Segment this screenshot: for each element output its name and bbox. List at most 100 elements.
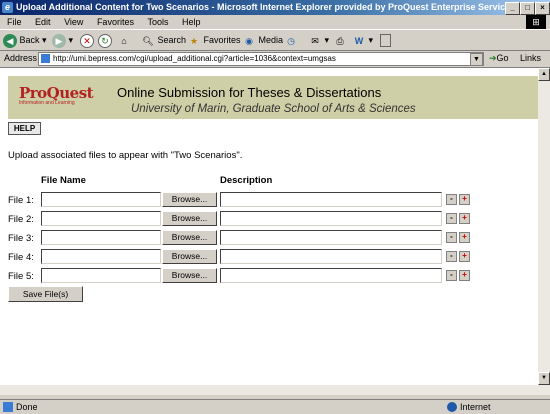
file-row-label: File 4: xyxy=(8,252,34,263)
media-label: Media xyxy=(258,35,284,45)
star-icon: ★ xyxy=(189,35,199,46)
refresh-button[interactable]: ↻ xyxy=(98,33,112,48)
browse-button-4[interactable]: Browse... xyxy=(162,249,217,264)
remove-row-button-1[interactable]: - xyxy=(446,194,457,205)
search-button[interactable]: 🔍︎ Search xyxy=(141,33,186,47)
file-input-4[interactable] xyxy=(41,249,161,264)
print-icon: ⎙ xyxy=(336,35,344,46)
go-arrow-icon: ➔ xyxy=(489,53,497,63)
save-files-button[interactable]: Save File(s) xyxy=(8,286,83,302)
description-input-4[interactable] xyxy=(220,249,442,264)
scroll-down-icon[interactable]: ▼ xyxy=(538,372,550,385)
mail-icon: ✉ xyxy=(311,35,319,46)
chevron-down-icon: ▾ xyxy=(68,35,74,45)
address-bar: Address http://umi.bepress.com/cgi/uploa… xyxy=(0,51,550,68)
home-icon: ⌂ xyxy=(121,35,127,46)
menu-view[interactable]: View xyxy=(64,15,83,29)
go-button[interactable]: ➔Go xyxy=(489,53,509,64)
internet-globe-icon xyxy=(447,402,457,412)
page-subtitle: University of Marin, Graduate School of … xyxy=(131,103,416,115)
browse-button-2[interactable]: Browse... xyxy=(162,211,217,226)
menu-edit[interactable]: Edit xyxy=(35,15,51,29)
address-input[interactable]: http://umi.bepress.com/cgi/upload_additi… xyxy=(38,52,484,66)
minimize-icon[interactable]: _ xyxy=(505,2,520,15)
page-icon xyxy=(41,54,50,63)
description-input-5[interactable] xyxy=(220,268,442,283)
browse-button-5[interactable]: Browse... xyxy=(162,268,217,283)
mail-button[interactable]: ✉ ▾ xyxy=(308,33,329,47)
chevron-down-icon: ▾ xyxy=(368,35,374,45)
vertical-scrollbar[interactable]: ▲ ▼ xyxy=(538,68,550,385)
stop-icon: ✕ xyxy=(80,33,94,48)
file-row-label: File 1: xyxy=(8,195,34,206)
browse-button-1[interactable]: Browse... xyxy=(162,192,217,207)
maximize-icon[interactable]: □ xyxy=(520,2,535,15)
discuss-button[interactable] xyxy=(380,33,391,48)
description-input-3[interactable] xyxy=(220,230,442,245)
menu-favorites[interactable]: Favorites xyxy=(97,15,134,29)
ie-logo-icon: e xyxy=(2,2,13,13)
page-title: Online Submission for Theses & Dissertat… xyxy=(117,85,382,100)
favorites-button[interactable]: ★ Favorites xyxy=(187,33,241,47)
add-row-button-5[interactable]: + xyxy=(459,270,470,281)
back-label: Back xyxy=(19,35,40,45)
menu-help[interactable]: Help xyxy=(182,15,201,29)
help-button[interactable]: HELP xyxy=(8,122,41,135)
menu-bar: File Edit View Favorites Tools Help ⊞ xyxy=(0,15,550,30)
address-dropdown-icon[interactable]: ▼ xyxy=(470,53,483,66)
print-button[interactable]: ⎙ xyxy=(333,33,347,47)
file-input-1[interactable] xyxy=(41,192,161,207)
window-title: Upload Additional Content for Two Scenar… xyxy=(16,2,516,12)
description-input-1[interactable] xyxy=(220,192,442,207)
home-button[interactable]: ⌂ xyxy=(117,33,131,47)
file-row-label: File 5: xyxy=(8,271,34,282)
chevron-down-icon: ▾ xyxy=(42,35,47,45)
security-zone-text: Internet xyxy=(460,402,491,412)
proquest-logo: ProQuest Information and Learning xyxy=(19,84,94,114)
description-input-2[interactable] xyxy=(220,211,442,226)
remove-row-button-4[interactable]: - xyxy=(446,251,457,262)
discuss-icon xyxy=(380,34,391,48)
favorites-label: Favorites xyxy=(203,35,241,45)
edit-button[interactable]: W ▾ xyxy=(352,33,373,47)
browse-button-3[interactable]: Browse... xyxy=(162,230,217,245)
standard-toolbar: ◀ Back ▾ ▶ ▾ ✕ ↻ ⌂ 🔍︎ Search ★ Favorites… xyxy=(0,30,550,51)
media-button[interactable]: ◉ Media xyxy=(242,33,283,47)
remove-row-button-3[interactable]: - xyxy=(446,232,457,243)
file-input-2[interactable] xyxy=(41,211,161,226)
windows-flag-icon: ⊞ xyxy=(526,15,546,29)
stop-button[interactable]: ✕ xyxy=(80,33,94,48)
add-row-button-3[interactable]: + xyxy=(459,232,470,243)
word-edit-icon: W xyxy=(354,35,364,46)
file-row-label: File 3: xyxy=(8,233,34,244)
add-row-button-2[interactable]: + xyxy=(459,213,470,224)
history-button[interactable]: ◷ xyxy=(284,33,298,47)
horizontal-scrollbar xyxy=(0,385,550,395)
search-label: Search xyxy=(157,35,187,45)
remove-row-button-5[interactable]: - xyxy=(446,270,457,281)
intro-text: Upload associated files to appear with "… xyxy=(8,150,243,161)
go-label: Go xyxy=(496,53,509,63)
add-row-button-4[interactable]: + xyxy=(459,251,470,262)
file-input-3[interactable] xyxy=(41,230,161,245)
forward-button[interactable]: ▶ ▾ xyxy=(52,33,74,48)
address-url: http://umi.bepress.com/cgi/upload_additi… xyxy=(53,54,336,63)
add-row-button-1[interactable]: + xyxy=(459,194,470,205)
forward-arrow-icon: ▶ xyxy=(52,33,66,48)
address-label: Address xyxy=(4,53,38,63)
scroll-up-icon[interactable]: ▲ xyxy=(538,68,550,81)
back-button[interactable]: ◀ Back ▾ xyxy=(3,33,47,48)
chevron-down-icon: ▾ xyxy=(324,35,330,45)
back-arrow-icon: ◀ xyxy=(3,33,17,48)
window-titlebar: e Upload Additional Content for Two Scen… xyxy=(0,0,550,15)
links-button[interactable]: Links xyxy=(520,53,541,63)
remove-row-button-2[interactable]: - xyxy=(446,213,457,224)
menu-file[interactable]: File xyxy=(7,15,22,29)
media-icon: ◉ xyxy=(245,35,253,46)
close-icon[interactable]: × xyxy=(535,2,550,15)
menu-tools[interactable]: Tools xyxy=(147,15,168,29)
page-content: ProQuest Information and Learning Online… xyxy=(0,68,538,385)
file-input-5[interactable] xyxy=(41,268,161,283)
file-row-label: File 2: xyxy=(8,214,34,225)
history-icon: ◷ xyxy=(287,35,295,46)
